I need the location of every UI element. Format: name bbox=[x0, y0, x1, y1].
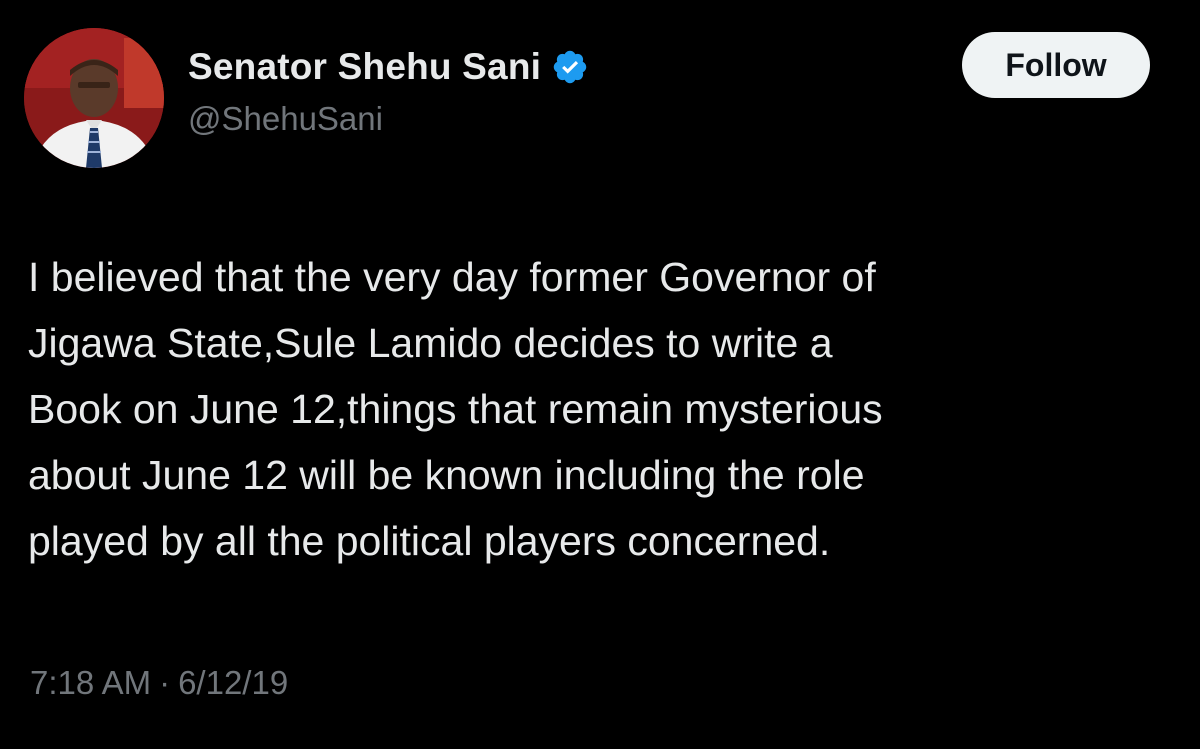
tweet-time: 7:18 AM bbox=[30, 664, 152, 701]
avatar[interactable] bbox=[24, 28, 164, 168]
author-handle[interactable]: @ShehuSani bbox=[188, 100, 589, 138]
profile-photo-icon bbox=[24, 28, 164, 168]
name-row: Senator Shehu Sani bbox=[188, 42, 589, 92]
tweet-card: Senator Shehu Sani @ShehuSani Follow I b… bbox=[0, 0, 1200, 749]
timestamp-separator: · bbox=[159, 664, 171, 701]
tweet-text-line: Jigawa State,Sule Lamido decides to writ… bbox=[28, 320, 833, 366]
author-info: Senator Shehu Sani @ShehuSani bbox=[188, 42, 589, 138]
tweet-text-line: played by all the political players conc… bbox=[28, 518, 831, 564]
verified-badge-icon[interactable] bbox=[551, 48, 589, 86]
tweet-timestamp[interactable]: 7:18 AM · 6/12/19 bbox=[30, 664, 288, 702]
display-name[interactable]: Senator Shehu Sani bbox=[188, 46, 541, 88]
follow-button[interactable]: Follow bbox=[962, 32, 1150, 98]
tweet-date: 6/12/19 bbox=[178, 664, 289, 701]
tweet-text-line: Book on June 12,things that remain myste… bbox=[28, 386, 883, 432]
tweet-text-line: I believed that the very day former Gove… bbox=[28, 254, 876, 300]
tweet-text: I believed that the very day former Gove… bbox=[28, 244, 1158, 574]
tweet-text-line: about June 12 will be known including th… bbox=[28, 452, 865, 498]
